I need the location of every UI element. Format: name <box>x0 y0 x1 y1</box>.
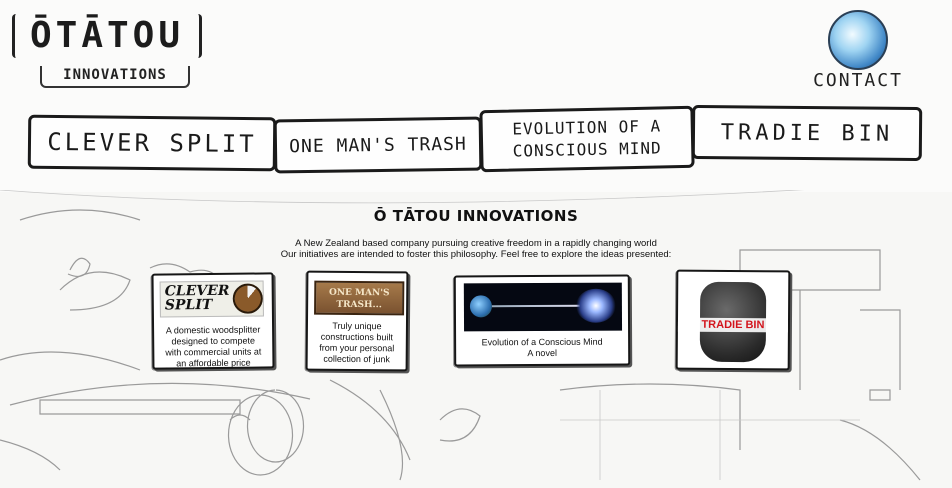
logo-wordmark: ŌTĀTOU <box>12 14 202 58</box>
card-evolution-caption: Evolution of a Conscious Mind A novel <box>456 337 628 360</box>
main-nav: CLEVER SPLIT ONE MAN'S TRASH EVOLUTION O… <box>27 104 924 176</box>
one-mans-trash-logo: ONE MAN'S TRASH... <box>314 280 405 316</box>
one-mans-trash-logo-text-1: ONE MAN'S <box>328 287 390 299</box>
caption-line: collection of junk <box>323 353 390 365</box>
nav-tradie-bin[interactable]: TRADIE BIN <box>691 104 923 162</box>
card-tradie-bin[interactable]: TRADIE BIN <box>675 269 791 371</box>
evolution-cover-image <box>463 282 623 332</box>
nav-tradie-bin-label: TRADIE BIN <box>720 119 894 147</box>
caption-line: constructions built <box>320 331 393 343</box>
one-mans-trash-logo-text-2: TRASH... <box>336 299 382 311</box>
globe-icon <box>828 10 888 70</box>
clever-split-logo-text-2: SPLIT <box>164 297 213 314</box>
card-evolution[interactable]: Evolution of a Conscious Mind A novel <box>453 274 631 367</box>
card-clever-split-caption: A domestic woodsplitter designed to comp… <box>154 324 272 369</box>
nav-clever-split-label: CLEVER SPLIT <box>47 127 257 159</box>
card-clever-split[interactable]: CLEVER SPLIT A domestic woodsplitter des… <box>151 272 275 370</box>
intro-line-2: Our initiatives are intended to foster t… <box>280 249 672 260</box>
nav-evolution-label-line1: EVOLUTION OF A <box>512 116 662 139</box>
contact-label: CONTACT <box>813 70 903 91</box>
galaxy-icon <box>575 288 617 323</box>
tradie-bin-logo-text: TRADIE BIN <box>677 317 789 333</box>
caption-line: with commercial units at <box>165 346 262 358</box>
light-beam <box>491 304 582 308</box>
caption-line: Truly unique <box>332 320 382 332</box>
caption-line: Evolution of a Conscious Mind <box>481 336 603 348</box>
caption-line: an affordable price <box>176 357 251 369</box>
contact-link[interactable]: CONTACT <box>796 8 916 92</box>
page-title: Ō TĀTOU INNOVATIONS <box>373 207 579 225</box>
card-one-mans-trash-caption: Truly unique constructions built from yo… <box>308 321 406 366</box>
card-one-mans-trash[interactable]: ONE MAN'S TRASH... Truly unique construc… <box>305 270 409 372</box>
clever-split-logo: CLEVER SPLIT <box>159 280 264 318</box>
nav-evolution-of-a-conscious-mind[interactable]: EVOLUTION OF A CONSCIOUS MIND <box>479 105 695 173</box>
earth-icon <box>469 295 492 318</box>
intro-line-1: A New Zealand based company pursuing cre… <box>295 238 657 249</box>
logo-subtitle: INNOVATIONS <box>40 66 190 88</box>
nav-evolution-label-line2: CONSCIOUS MIND <box>512 138 662 161</box>
logo[interactable]: ŌTĀTOU INNOVATIONS <box>12 14 202 88</box>
nav-one-mans-trash[interactable]: ONE MAN'S TRASH <box>273 116 483 174</box>
caption-line: from your personal <box>319 342 395 354</box>
nav-one-mans-trash-label: ONE MAN'S TRASH <box>289 133 467 157</box>
nav-clever-split[interactable]: CLEVER SPLIT <box>27 114 277 172</box>
saw-blade-icon <box>232 283 263 314</box>
caption-line: A novel <box>527 347 557 359</box>
